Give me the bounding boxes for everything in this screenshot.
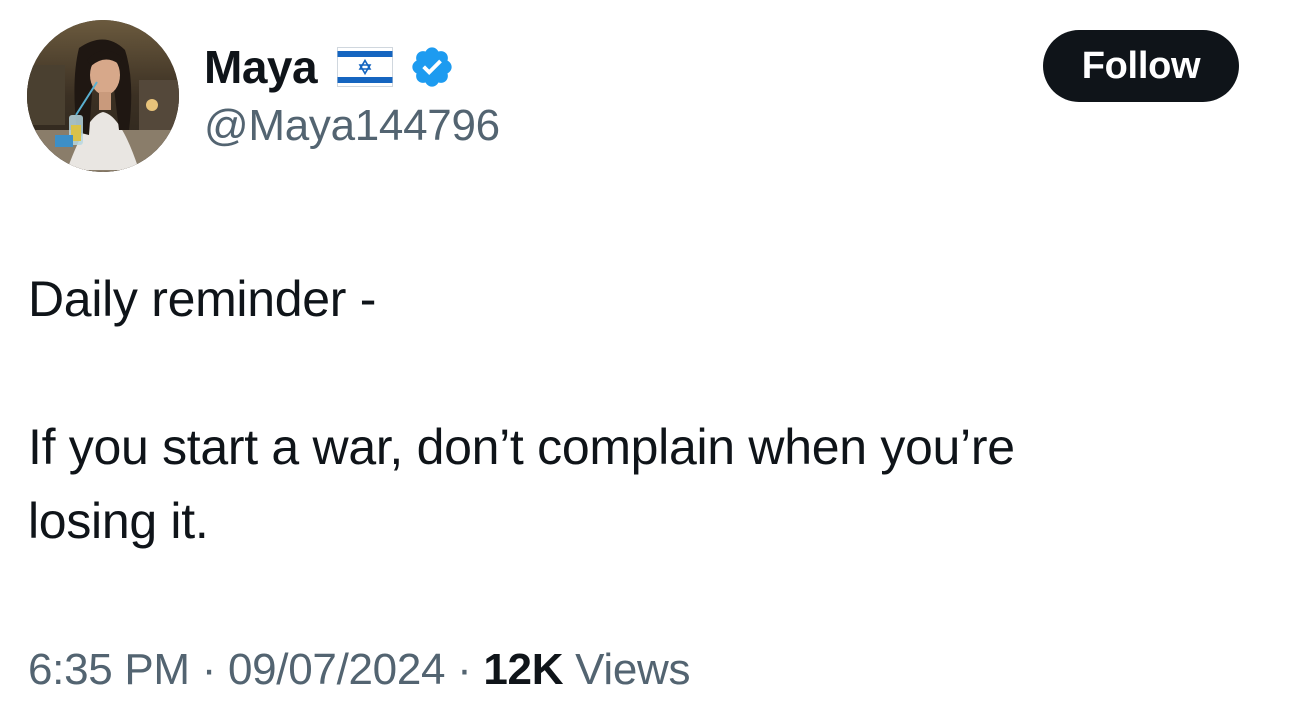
author-handle[interactable]: @Maya144796 xyxy=(204,104,500,148)
meta-separator: · xyxy=(189,645,228,694)
views-label[interactable]: Views xyxy=(563,645,690,694)
israel-flag-icon xyxy=(337,47,394,87)
tweet-line: Daily reminder - xyxy=(28,271,377,327)
tweet-text: Daily reminder - If you start a war, don… xyxy=(28,262,1248,558)
author-name-row: Maya xyxy=(204,38,455,96)
meta-separator: · xyxy=(445,645,484,694)
tweet-date[interactable]: 09/07/2024 xyxy=(228,645,446,694)
tweet-line: If you start a war, don’t complain when … xyxy=(28,419,1015,475)
follow-button[interactable]: Follow xyxy=(1043,30,1239,102)
views-count[interactable]: 12K xyxy=(483,645,563,694)
avatar-photo xyxy=(27,20,179,172)
tweet-time[interactable]: 6:35 PM xyxy=(28,645,190,694)
avatar[interactable] xyxy=(27,20,179,172)
author-name[interactable]: Maya xyxy=(204,44,318,90)
tweet-line: losing it. xyxy=(28,493,209,549)
verified-badge-icon[interactable] xyxy=(409,44,455,90)
tweet-meta: 6:35 PM · 09/07/2024 · 12K Views xyxy=(28,640,691,700)
